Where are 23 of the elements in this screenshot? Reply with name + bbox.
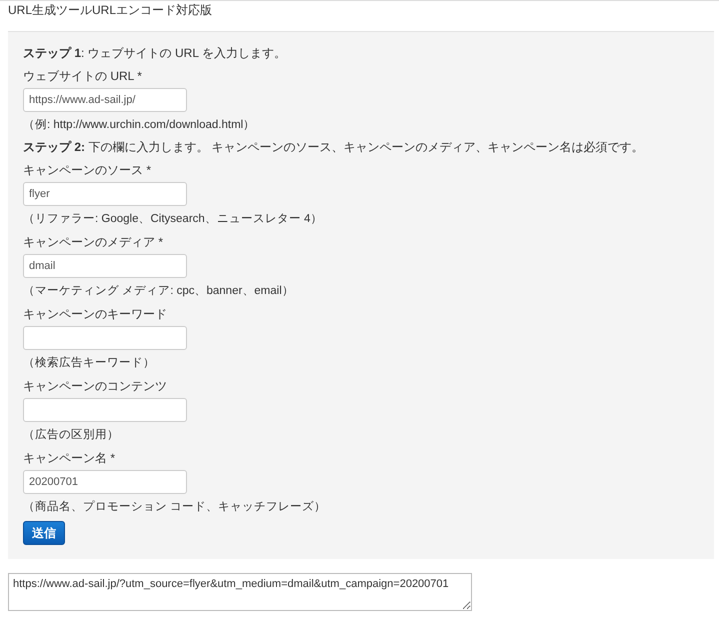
input-field[interactable]	[23, 398, 187, 422]
field-hint: （商品名、プロモーション コード、キャッチフレーズ）	[23, 499, 328, 515]
field-label: キャンペーンのソース *	[23, 162, 152, 179]
submit-button[interactable]: 送信	[23, 521, 65, 545]
field-hint: （広告の区別用）	[23, 427, 120, 443]
input-field[interactable]: dmail	[23, 254, 187, 278]
input-field[interactable]: flyer	[23, 182, 187, 206]
field-label: キャンペーン名 *	[23, 450, 116, 467]
result-textarea[interactable]: https://www.ad-sail.jp/?utm_source=flyer&utm_medium=dmail&utm_campaign=20200701	[8, 573, 472, 611]
field-label: キャンペーンのメディア *	[23, 234, 164, 251]
field-hint: （例: http://www.urchin.com/download.html）	[23, 118, 256, 133]
field-label: ウェブサイトの URL *	[23, 68, 143, 85]
input-field[interactable]	[23, 326, 187, 350]
input-field[interactable]: 20200701	[23, 470, 187, 494]
page-title: URL生成ツールURLエンコード対応版	[8, 2, 214, 19]
field-hint: （リファラー: Google、Citysearch、ニュースレター 4）	[23, 212, 324, 227]
field-label: キャンペーンのキーワード	[23, 306, 168, 323]
step-instruction: ステップ 2: 下の欄に入力します。 キャンペーンのソース、キャンペーンのメディア、キャンペーン名は必須です。	[23, 139, 645, 156]
field-hint: （検索広告キーワード）	[23, 355, 156, 371]
input-field[interactable]: https://www.ad-sail.jp/	[23, 88, 187, 112]
field-hint: （マーケティング メディア: cpc、banner、email）	[23, 284, 295, 299]
step-instruction: ステップ 1: ウェブサイトの URL を入力します。	[23, 45, 287, 62]
field-label: キャンペーンのコンテンツ	[23, 378, 168, 395]
